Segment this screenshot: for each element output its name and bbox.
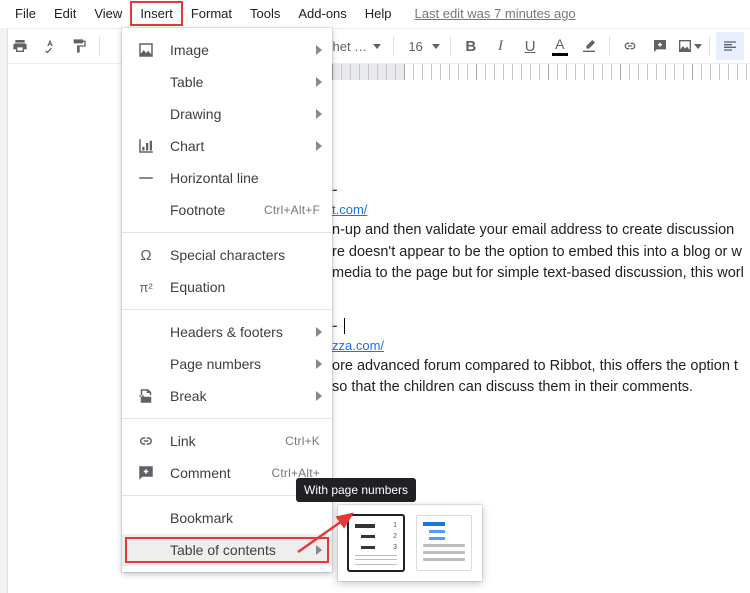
pi-icon: π²: [136, 277, 156, 297]
menu-help[interactable]: Help: [356, 2, 401, 25]
shortcut-label: Ctrl+Alt+F: [264, 203, 320, 217]
blank-icon: [136, 354, 156, 374]
toolbar-separator: [450, 36, 451, 56]
body-text: so that the children can discuss them in…: [332, 378, 750, 398]
chevron-down-icon: [373, 44, 381, 49]
highlight-button[interactable]: [576, 32, 604, 60]
blank-icon: [136, 104, 156, 124]
toc-option-with-links[interactable]: [416, 515, 472, 571]
menu-item-break[interactable]: Break: [122, 380, 332, 412]
spellcheck-button[interactable]: [36, 32, 64, 60]
blank-icon: [136, 322, 156, 342]
menu-item-bookmark[interactable]: Bookmark: [122, 502, 332, 534]
font-name-label: chet …: [326, 39, 367, 54]
menu-item-table-of-contents[interactable]: Table of contents: [122, 534, 332, 566]
body-text: ore advanced forum compared to Ribbot, t…: [332, 357, 750, 377]
menu-insert[interactable]: Insert: [131, 2, 182, 25]
toolbar-separator: [393, 36, 394, 56]
menu-view[interactable]: View: [85, 2, 131, 25]
shortcut-label: Ctrl+K: [285, 434, 320, 448]
body-text: n-up and then validate your email addres…: [332, 221, 750, 241]
menu-item-table[interactable]: Table: [122, 66, 332, 98]
submenu-arrow-icon: [316, 545, 322, 555]
submenu-arrow-icon: [316, 359, 322, 369]
body-text: re doesn't appear to be the option to em…: [332, 243, 750, 263]
print-button[interactable]: [6, 32, 34, 60]
insert-comment-button[interactable]: [646, 32, 674, 60]
blank-icon: [136, 508, 156, 528]
menu-item-horizontal-line[interactable]: Horizontal line: [122, 162, 332, 194]
insert-image-button[interactable]: [676, 32, 704, 60]
toolbar-separator: [99, 36, 100, 56]
font-size-selector[interactable]: 16: [400, 33, 444, 59]
toc-submenu: 1 2 3: [338, 505, 482, 581]
menu-item-link[interactable]: Link Ctrl+K: [122, 425, 332, 457]
submenu-arrow-icon: [316, 391, 322, 401]
vertical-ruler-strip: [0, 28, 8, 593]
menu-separator: [122, 232, 332, 233]
menu-edit[interactable]: Edit: [45, 2, 85, 25]
menu-file[interactable]: File: [6, 2, 45, 25]
toolbar: chet … 16 B I U A: [0, 28, 750, 64]
menu-item-drawing[interactable]: Drawing: [122, 98, 332, 130]
submenu-arrow-icon: [316, 327, 322, 337]
menu-item-chart[interactable]: Chart: [122, 130, 332, 162]
horizontal-line-icon: [136, 168, 156, 188]
align-button[interactable]: [716, 32, 744, 60]
font-size-label: 16: [408, 39, 422, 54]
blank-icon: [136, 200, 156, 220]
text-color-button[interactable]: A: [546, 32, 574, 60]
menu-item-image[interactable]: Image: [122, 34, 332, 66]
menu-addons[interactable]: Add-ons: [289, 2, 355, 25]
hyperlink[interactable]: zza.com/: [332, 338, 750, 353]
italic-button[interactable]: I: [487, 32, 515, 60]
comment-icon: [136, 463, 156, 483]
hyperlink[interactable]: t.com/: [332, 202, 750, 217]
menu-item-special-characters[interactable]: Ω Special characters: [122, 239, 332, 271]
menu-tools[interactable]: Tools: [241, 2, 289, 25]
submenu-arrow-icon: [316, 109, 322, 119]
toolbar-separator: [609, 36, 610, 56]
page-break-icon: [136, 386, 156, 406]
horizontal-ruler[interactable]: [332, 64, 750, 80]
paint-format-button[interactable]: [65, 32, 93, 60]
chart-icon: [136, 136, 156, 156]
link-icon: [136, 431, 156, 451]
tooltip: With page numbers: [296, 478, 416, 502]
menu-item-footnote[interactable]: Footnote Ctrl+Alt+F: [122, 194, 332, 226]
bold-button[interactable]: B: [457, 32, 485, 60]
menu-separator: [122, 309, 332, 310]
insert-link-button[interactable]: [616, 32, 644, 60]
blank-icon: [136, 540, 156, 560]
last-edit-link[interactable]: Last edit was 7 minutes ago: [415, 6, 576, 21]
chevron-down-icon: [694, 44, 702, 49]
menu-separator: [122, 418, 332, 419]
menu-item-equation[interactable]: π² Equation: [122, 271, 332, 303]
menu-item-headers-footers[interactable]: Headers & footers: [122, 316, 332, 348]
menu-format[interactable]: Format: [182, 2, 241, 25]
toc-option-with-page-numbers[interactable]: 1 2 3: [348, 515, 404, 571]
image-icon: [136, 40, 156, 60]
chevron-down-icon: [432, 44, 440, 49]
blank-icon: [136, 72, 156, 92]
menu-item-page-numbers[interactable]: Page numbers: [122, 348, 332, 380]
submenu-arrow-icon: [316, 45, 322, 55]
text-dash: -: [332, 316, 750, 336]
toolbar-separator: [709, 36, 710, 56]
text-dash: -: [332, 180, 750, 200]
text-cursor: [344, 318, 345, 334]
omega-icon: Ω: [136, 245, 156, 265]
submenu-arrow-icon: [316, 77, 322, 87]
underline-button[interactable]: U: [516, 32, 544, 60]
menubar: File Edit View Insert Format Tools Add-o…: [0, 0, 750, 28]
submenu-arrow-icon: [316, 141, 322, 151]
body-text: media to the page but for simple text-ba…: [332, 264, 750, 284]
